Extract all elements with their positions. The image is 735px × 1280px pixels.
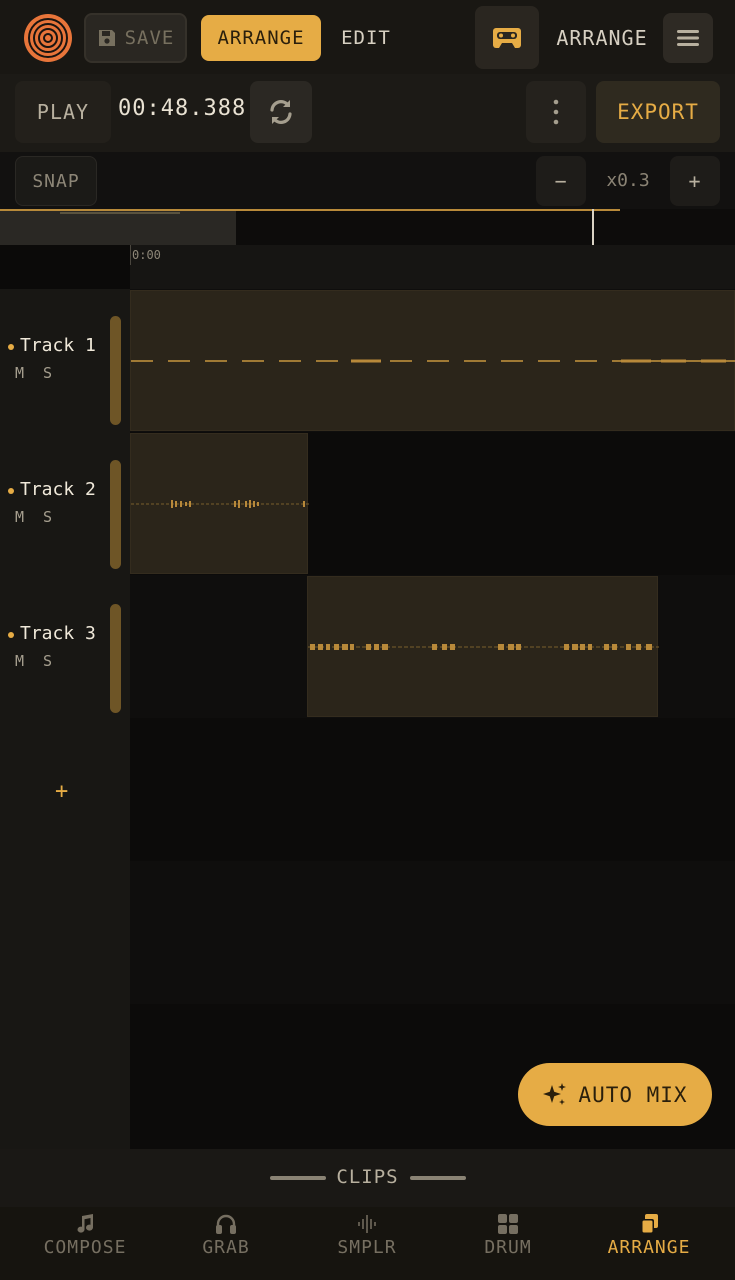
- nav-compose[interactable]: COMPOSE: [38, 1213, 132, 1275]
- nav-label: GRAB: [202, 1237, 250, 1258]
- overview-viewport-bar: [60, 212, 180, 214]
- loop-icon: [270, 100, 292, 124]
- track-header-column: Track 1 M S Track 2 M S Track 3 M S +: [0, 289, 130, 1149]
- cassette-button[interactable]: [475, 6, 539, 69]
- mute-button[interactable]: M: [15, 364, 24, 382]
- view-label: ARRANGE: [556, 26, 648, 50]
- drag-handle-left: [270, 1176, 326, 1180]
- track-color-dot: [8, 344, 14, 350]
- track-lane[interactable]: [130, 432, 735, 575]
- export-button[interactable]: EXPORT: [596, 81, 720, 143]
- snap-zoom-bar: SNAP − x0.3 +: [0, 152, 735, 209]
- track-volume-fader[interactable]: [110, 316, 121, 425]
- drag-handle-right: [410, 1176, 466, 1180]
- logo-icon[interactable]: [23, 13, 73, 63]
- track-volume-fader[interactable]: [110, 460, 121, 569]
- cassette-icon: [493, 27, 521, 48]
- ruler-start-label: 0:00: [132, 248, 161, 262]
- track-color-dot: [8, 632, 14, 638]
- clips-label: CLIPS: [336, 1166, 399, 1188]
- track-header[interactable]: Track 1 M S: [0, 289, 130, 433]
- tab-arrange[interactable]: ARRANGE: [201, 15, 321, 61]
- timecode: 00:48.388: [118, 96, 247, 121]
- transport-bar: PLAY 00:48.388 EXPORT: [0, 74, 735, 152]
- solo-button[interactable]: S: [43, 652, 52, 670]
- track-lane[interactable]: [130, 575, 735, 718]
- top-bar: SAVE ARRANGE EDIT ARRANGE: [0, 0, 735, 74]
- ruler-tick: [130, 245, 131, 265]
- clip-waveform: [308, 644, 659, 650]
- solo-button[interactable]: S: [43, 364, 52, 382]
- more-options-button[interactable]: [526, 81, 586, 143]
- audio-clip[interactable]: [130, 290, 735, 431]
- audio-clip[interactable]: [307, 576, 659, 717]
- stacked-clips-icon: [641, 1214, 658, 1234]
- overview-playhead[interactable]: [592, 209, 594, 245]
- mute-button[interactable]: M: [15, 508, 24, 526]
- play-button[interactable]: PLAY: [15, 81, 111, 143]
- zoom-level: x0.3: [606, 170, 650, 191]
- headphones-icon: [216, 1214, 236, 1234]
- audio-clip[interactable]: [130, 433, 309, 574]
- zoom-out-button[interactable]: −: [536, 156, 586, 206]
- nav-grab[interactable]: GRAB: [190, 1213, 262, 1275]
- more-vertical-icon: [553, 99, 559, 125]
- track-header[interactable]: Track 3 M S: [0, 577, 130, 721]
- bottom-navigation: COMPOSE GRAB SMPLR DRUM ARRANGE: [0, 1207, 735, 1280]
- track-lane[interactable]: [130, 861, 735, 1004]
- overview-track-line: [0, 209, 620, 211]
- loop-button[interactable]: [250, 81, 312, 143]
- nav-label: COMPOSE: [43, 1237, 127, 1258]
- snap-toggle[interactable]: SNAP: [15, 156, 97, 206]
- overview-viewport[interactable]: [0, 211, 236, 245]
- nav-arrange[interactable]: ARRANGE: [600, 1213, 698, 1275]
- tab-edit[interactable]: EDIT: [330, 15, 402, 61]
- track-name[interactable]: Track 3: [20, 623, 96, 644]
- add-track-button[interactable]: +: [55, 779, 68, 804]
- hamburger-menu-icon: [677, 30, 699, 46]
- auto-mix-button[interactable]: AUTO MIX: [518, 1063, 712, 1126]
- nav-label: DRUM: [484, 1237, 532, 1258]
- nav-label: ARRANGE: [607, 1237, 691, 1258]
- clip-waveform: [131, 500, 309, 508]
- time-ruler[interactable]: 0:00: [130, 245, 735, 290]
- timeline-overview[interactable]: [0, 209, 735, 245]
- zoom-in-button[interactable]: +: [670, 156, 720, 206]
- track-volume-fader[interactable]: [110, 604, 121, 713]
- nav-label: SMPLR: [337, 1237, 397, 1258]
- track-color-dot: [8, 488, 14, 494]
- menu-button[interactable]: [663, 13, 713, 63]
- track-lane[interactable]: [130, 718, 735, 861]
- track-lane[interactable]: [130, 289, 735, 432]
- track-name[interactable]: Track 2: [20, 479, 96, 500]
- save-label: SAVE: [124, 27, 175, 49]
- sparkle-icon: [543, 1082, 567, 1105]
- solo-button[interactable]: S: [43, 508, 52, 526]
- clips-drawer-handle[interactable]: CLIPS: [0, 1149, 735, 1207]
- clip-waveform: [131, 359, 735, 363]
- grid-pads-icon: [498, 1214, 518, 1234]
- auto-mix-label: AUTO MIX: [578, 1082, 688, 1107]
- nav-drum[interactable]: DRUM: [474, 1213, 542, 1275]
- music-note-icon: [77, 1214, 94, 1233]
- nav-smplr[interactable]: SMPLR: [330, 1213, 404, 1275]
- save-icon: [98, 30, 115, 46]
- waveform-icon: [358, 1215, 376, 1233]
- track-header[interactable]: Track 2 M S: [0, 433, 130, 577]
- mute-button[interactable]: M: [15, 652, 24, 670]
- save-button[interactable]: SAVE: [84, 13, 187, 63]
- track-name[interactable]: Track 1: [20, 335, 96, 356]
